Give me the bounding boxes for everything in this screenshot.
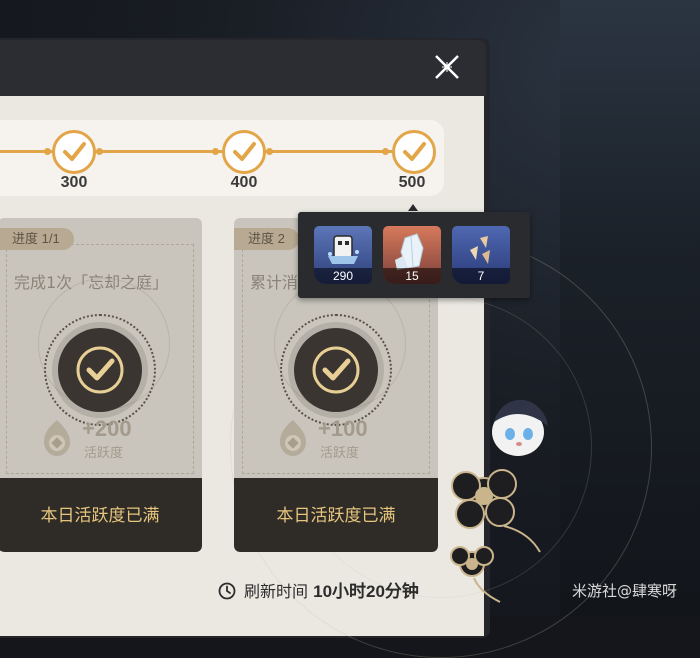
- flower-ornament-icon: [450, 469, 541, 603]
- progress-dot: [382, 148, 389, 155]
- reward-count: 15: [383, 268, 441, 284]
- reward-label: 活跃度: [84, 446, 124, 461]
- progress-dot: [266, 148, 273, 155]
- reward-item[interactable]: 290: [314, 226, 372, 284]
- progress-dot: [212, 148, 219, 155]
- reward-count: 290: [314, 268, 372, 284]
- progress-dot: [44, 148, 51, 155]
- task-progress-tag: 进度 1/1: [0, 228, 74, 250]
- progress-line-segment: [264, 150, 392, 153]
- reward-label: 活跃度: [320, 446, 360, 461]
- milestone-label: 400: [230, 174, 258, 191]
- progress-line-segment: [94, 150, 222, 153]
- reward-amount: +200: [82, 416, 132, 441]
- tooltip-pointer: [408, 204, 418, 211]
- task-progress-tag: 进度 2: [234, 228, 299, 250]
- pom-pom-character-icon: [492, 399, 548, 456]
- milestone-label: 500: [398, 174, 426, 191]
- check-icon: [63, 142, 86, 161]
- activity-coin-icon: [44, 420, 70, 456]
- reward-item[interactable]: 7: [452, 226, 510, 284]
- milestone-300-claimed[interactable]: [52, 130, 96, 174]
- check-icon: [233, 142, 256, 161]
- task-card[interactable]: 进度 1/1 完成1次「忘却之庭」 +200 活跃度 本日活跃度已满: [0, 218, 202, 552]
- clock-icon: [218, 582, 236, 600]
- refresh-timer: 刷新时间 10小时20分钟: [244, 578, 419, 606]
- check-icon: [403, 142, 426, 161]
- panel-header: [0, 40, 486, 96]
- refresh-time-value: 10小时20分钟: [313, 582, 419, 601]
- reward-amount: +100: [318, 416, 368, 441]
- status-button[interactable]: 本日活跃度已满: [234, 478, 438, 552]
- watermark: 米游社@肆寒呀: [572, 582, 678, 600]
- progress-dot: [96, 148, 103, 155]
- status-button[interactable]: 本日活跃度已满: [0, 478, 202, 552]
- completed-check-icon: [294, 328, 378, 412]
- milestone-label: 300: [60, 174, 88, 191]
- activity-coin-icon: [280, 420, 306, 456]
- milestone-400-claimed[interactable]: [222, 130, 266, 174]
- reward-count: 7: [452, 268, 510, 284]
- close-button[interactable]: [428, 48, 466, 86]
- close-icon: [435, 55, 459, 79]
- reward-item[interactable]: 15: [383, 226, 441, 284]
- task-description: 完成1次「忘却之庭」: [14, 273, 169, 292]
- milestone-500-claimed[interactable]: [392, 130, 436, 174]
- refresh-label: 刷新时间: [244, 582, 309, 601]
- completed-check-icon: [58, 328, 142, 412]
